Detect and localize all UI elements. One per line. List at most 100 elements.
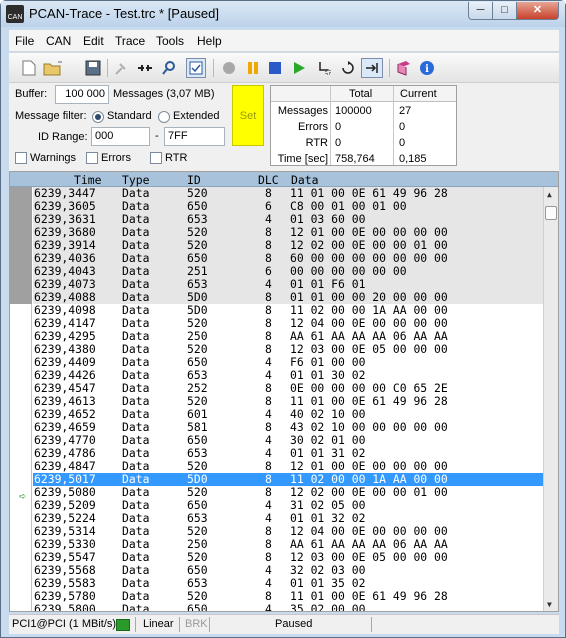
cell-id: 650 xyxy=(187,602,208,612)
vertical-scrollbar[interactable]: ▲ ▼ xyxy=(543,187,558,611)
minimize-button[interactable]: ─ xyxy=(468,2,493,20)
table-row[interactable]: 6239,4547 Data 252 8 0E 00 00 00 00 C0 65 2E xyxy=(33,382,543,395)
table-row[interactable]: 6239,4847 Data 520 8 12 01 00 0E 00 00 00 00 xyxy=(33,460,543,473)
table-row[interactable]: 6239,5780 Data 520 8 11 01 00 0E 61 49 96 28 xyxy=(33,590,543,603)
table-row[interactable]: 6239,3914 Data 520 8 12 02 00 0E 00 00 01 00 xyxy=(33,239,543,252)
id-to-field[interactable]: 7FF xyxy=(164,127,225,146)
book-icon[interactable] xyxy=(394,58,414,78)
table-row[interactable]: 6239,3447 Data 520 8 11 01 00 0E 61 49 96 28 xyxy=(33,187,543,200)
connect-icon[interactable] xyxy=(111,58,131,78)
table-row[interactable]: 6239,4147 Data 520 8 12 04 00 0E 00 00 00 00 xyxy=(33,317,543,330)
menu-trace[interactable]: Trace xyxy=(115,34,145,48)
find-icon[interactable] xyxy=(159,58,179,78)
disconnect-icon[interactable] xyxy=(135,58,155,78)
table-row[interactable]: 6239,3631 Data 653 4 01 03 60 00 xyxy=(33,213,543,226)
table-row[interactable]: 6239,5568 Data 650 4 32 02 03 00 xyxy=(33,564,543,577)
grid-header: Time Type ID DLC Data xyxy=(10,172,558,187)
save-icon[interactable] xyxy=(83,58,103,78)
open-file-icon[interactable] xyxy=(43,58,63,78)
status-mode: Linear xyxy=(143,618,174,630)
extended-radio[interactable] xyxy=(158,111,170,123)
extended-label: Extended xyxy=(173,110,220,122)
id-from-field[interactable]: 000 xyxy=(91,127,150,146)
errors-checkbox[interactable] xyxy=(86,152,98,164)
stats-row-label: Time [sec] xyxy=(277,153,328,165)
table-row[interactable]: 6239,4043 Data 251 6 00 00 00 00 00 00 xyxy=(33,265,543,278)
table-row[interactable]: 6239,5547 Data 520 8 12 03 00 0E 05 00 00 00 xyxy=(33,551,543,564)
stats-total-header: Total xyxy=(349,88,373,100)
header-id[interactable]: ID xyxy=(187,173,201,187)
errors-label: Errors xyxy=(101,152,131,164)
stats-current-value: 0 xyxy=(399,121,406,133)
table-row[interactable]: 6239,4073 Data 653 4 01 01 F6 01 xyxy=(33,278,543,291)
id-dash: - xyxy=(155,130,159,142)
header-type[interactable]: Type xyxy=(122,173,149,187)
table-row[interactable]: 6239,4098 Data 5D0 8 11 02 00 00 1A AA 00 00 xyxy=(33,304,543,317)
stop-icon[interactable] xyxy=(265,58,285,78)
title-bar: CAN PCAN-Trace - Test.trc * [Paused] ─ □… xyxy=(1,1,565,27)
autoscroll-icon[interactable] xyxy=(361,58,383,78)
header-time[interactable]: Time xyxy=(74,173,101,187)
stats-current-value: 0 xyxy=(399,137,406,149)
table-row[interactable]: 6239,4426 Data 653 4 01 01 30 02 xyxy=(33,369,543,382)
table-row[interactable]: 6239,4380 Data 520 8 12 03 00 0E 05 00 00 00 xyxy=(33,343,543,356)
set-button[interactable]: Set xyxy=(232,85,264,146)
warnings-label: Warnings xyxy=(30,152,77,164)
menu-edit[interactable]: Edit xyxy=(83,34,104,48)
replay-icon[interactable] xyxy=(338,58,358,78)
settings-icon[interactable] xyxy=(186,58,206,78)
stats-row-label: Messages xyxy=(277,105,328,117)
table-row[interactable]: 6239,4786 Data 653 4 01 01 31 02 xyxy=(33,447,543,460)
standard-radio[interactable] xyxy=(92,111,104,123)
header-data[interactable]: Data xyxy=(291,173,318,187)
table-row[interactable]: 6239,4036 Data 650 8 60 00 00 00 00 00 00 00 xyxy=(33,252,543,265)
table-row[interactable]: 6239,5800 Data 650 4 35 02 00 00 xyxy=(33,603,543,612)
stats-table: Total Current Messages 100000 27 Errors … xyxy=(270,85,457,166)
messages-size-label: Messages (3,07 MB) xyxy=(113,88,215,100)
trace-grid[interactable]: Time Type ID DLC Data ➪ 6239,3447 Data 520… xyxy=(9,171,559,612)
table-row[interactable]: 6239,5330 Data 250 8 AA 61 AA AA AA 06 AA AA xyxy=(33,538,543,551)
step-icon[interactable] xyxy=(314,58,334,78)
scroll-thumb[interactable] xyxy=(545,206,557,220)
table-row[interactable]: 6239,4295 Data 250 8 AA 61 AA AA AA 06 AA AA xyxy=(33,330,543,343)
table-row[interactable]: 6239,5224 Data 653 4 01 01 32 02 xyxy=(33,512,543,525)
table-row[interactable]: 6239,4652 Data 601 4 40 02 10 00 xyxy=(33,408,543,421)
status-state: Paused xyxy=(275,618,313,630)
menu-help[interactable]: Help xyxy=(197,34,222,48)
rtr-checkbox[interactable] xyxy=(150,152,162,164)
record-icon[interactable] xyxy=(219,58,239,78)
scroll-up-icon[interactable]: ▲ xyxy=(547,190,552,199)
table-row[interactable]: 6239,3605 Data 650 6 C8 00 01 00 01 00 xyxy=(33,200,543,213)
table-row[interactable]: 6239,4409 Data 650 4 F6 01 00 00 xyxy=(33,356,543,369)
info-icon[interactable]: i xyxy=(417,58,437,78)
table-row[interactable]: 6239,4770 Data 650 4 30 02 01 00 xyxy=(33,434,543,447)
table-row-selected[interactable]: 6239,5017 Data 5D0 8 11 02 00 00 1A AA 00 00 xyxy=(33,473,543,486)
table-row[interactable]: 6239,4659 Data 581 8 43 02 10 00 00 00 00 00 xyxy=(33,421,543,434)
toolbar: i xyxy=(9,53,559,83)
window-title: PCAN-Trace - Test.trc * [Paused] xyxy=(29,6,220,21)
scroll-down-icon[interactable]: ▼ xyxy=(547,600,552,609)
pause-icon[interactable] xyxy=(243,58,263,78)
warnings-checkbox[interactable] xyxy=(15,152,27,164)
current-row-arrow-icon: ➪ xyxy=(19,489,27,503)
header-dlc[interactable]: DLC xyxy=(258,173,279,187)
new-file-icon[interactable] xyxy=(19,58,39,78)
grid-rows: 6239,3447 Data 520 8 11 01 00 0E 61 49 96 28… xyxy=(33,187,543,612)
buffer-field[interactable]: 100 000 xyxy=(55,85,109,104)
menu-can[interactable]: CAN xyxy=(46,34,71,48)
cell-time: 6239,5800 xyxy=(34,602,96,612)
table-row[interactable]: 6239,5209 Data 650 4 31 02 05 00 xyxy=(33,499,543,512)
play-icon[interactable] xyxy=(289,58,309,78)
table-row[interactable]: 6239,5583 Data 653 4 01 01 35 02 xyxy=(33,577,543,590)
menu-tools[interactable]: Tools xyxy=(156,34,184,48)
maximize-button[interactable]: □ xyxy=(492,2,517,20)
table-row[interactable]: 6239,5080 Data 520 8 12 02 00 0E 00 00 01 00 xyxy=(33,486,543,499)
close-button[interactable]: ✕ xyxy=(516,2,559,20)
table-row[interactable]: 6239,4088 Data 5D0 8 01 01 00 00 20 00 00 00 xyxy=(33,291,543,304)
menu-bar: File CAN Edit Trace Tools Help xyxy=(9,30,559,52)
table-row[interactable]: 6239,5314 Data 520 8 12 04 00 0E 00 00 00 00 xyxy=(33,525,543,538)
table-row[interactable]: 6239,4613 Data 520 8 11 01 00 0E 61 49 96 28 xyxy=(33,395,543,408)
status-connection: PCI1@PCI (1 MBit/s) xyxy=(12,618,117,630)
table-row[interactable]: 6239,3680 Data 520 8 12 01 00 0E 00 00 00 00 xyxy=(33,226,543,239)
menu-file[interactable]: File xyxy=(15,34,34,48)
